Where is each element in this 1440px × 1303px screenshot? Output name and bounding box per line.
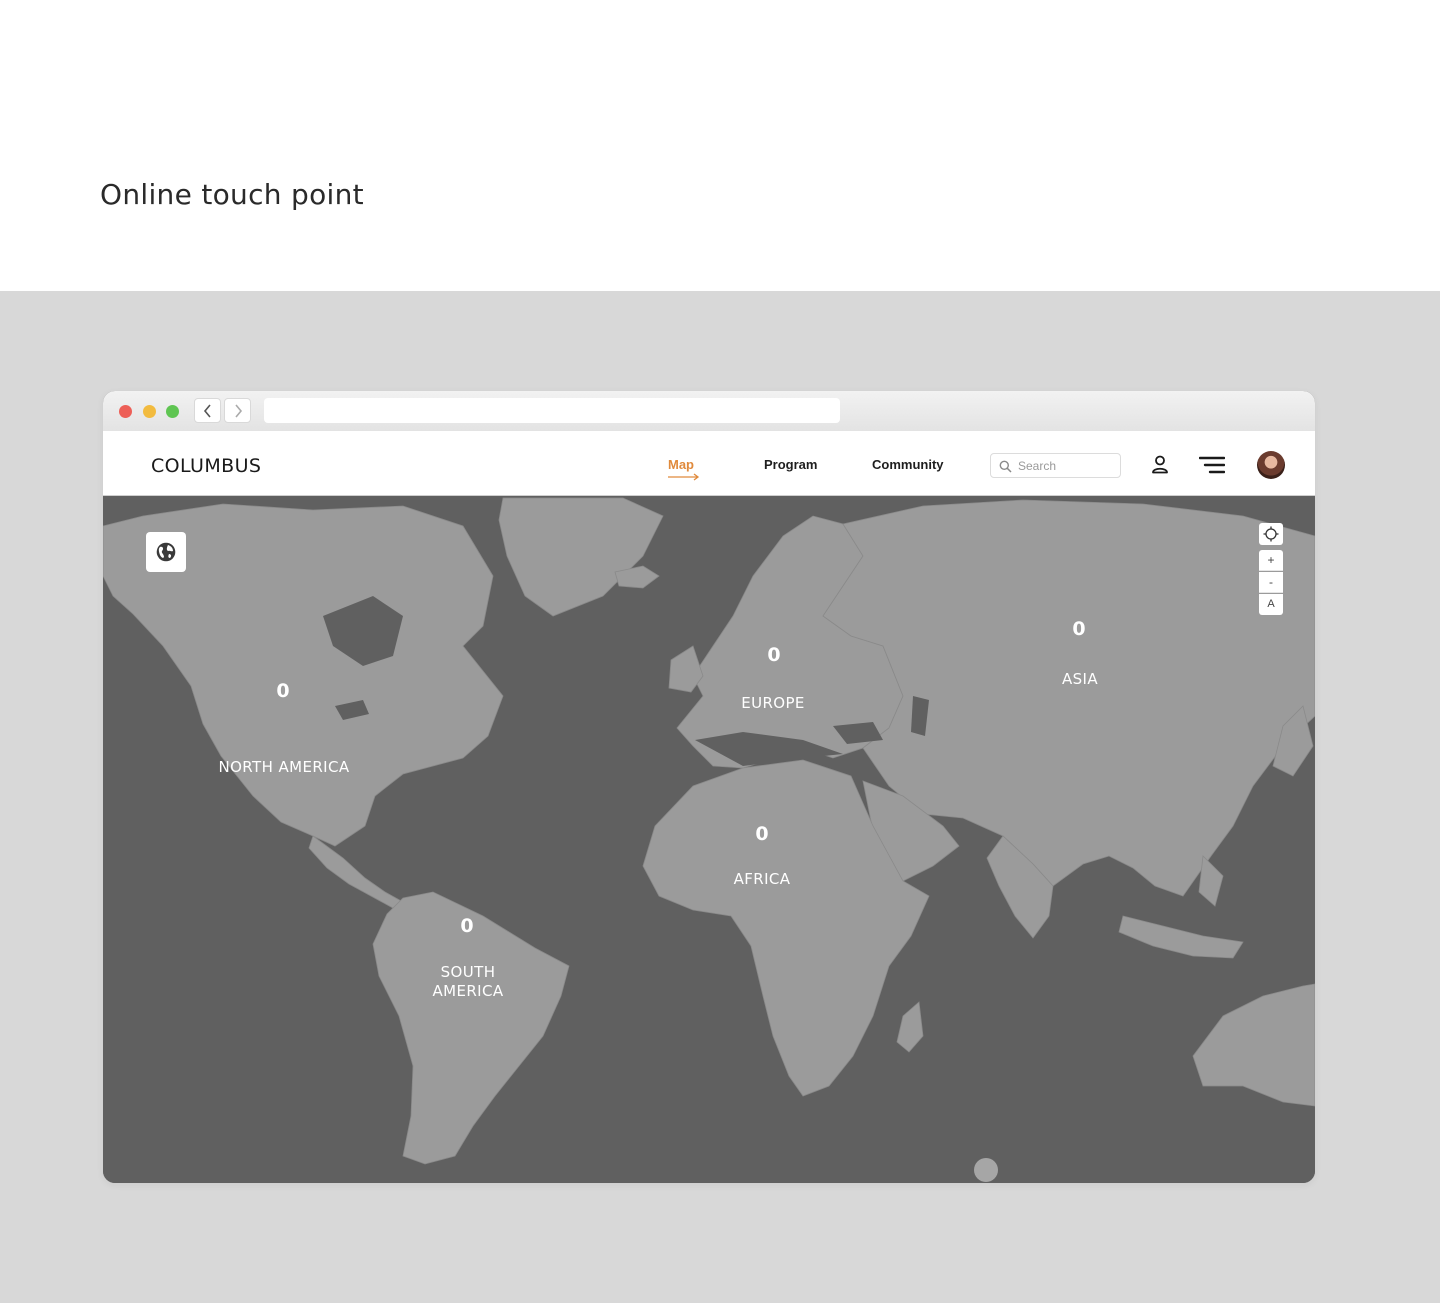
maximize-window-button[interactable] <box>166 405 179 418</box>
page-heading: Online touch point <box>100 178 364 211</box>
search-icon <box>999 460 1012 473</box>
crosshair-icon <box>1263 526 1279 542</box>
browser-forward-button[interactable] <box>224 398 251 423</box>
nav-community[interactable]: Community <box>872 457 944 472</box>
north-america-label[interactable]: NORTH AMERICA <box>218 758 349 777</box>
globe-icon <box>156 542 176 562</box>
locate-button[interactable] <box>1259 523 1283 545</box>
menu-icon[interactable] <box>1199 456 1225 474</box>
active-nav-underline <box>668 473 700 481</box>
europe-label[interactable]: EUROPE <box>741 694 805 713</box>
scroll-indicator[interactable] <box>974 1158 998 1182</box>
asia-count[interactable]: 0 <box>1072 618 1085 640</box>
search-box[interactable] <box>990 453 1121 478</box>
close-window-button[interactable] <box>119 405 132 418</box>
nav-map[interactable]: Map <box>668 457 694 472</box>
nav-program[interactable]: Program <box>764 457 817 472</box>
globe-view-button[interactable] <box>146 532 186 572</box>
address-bar[interactable] <box>264 398 840 423</box>
user-icon[interactable] <box>1151 455 1169 474</box>
africa-count[interactable]: 0 <box>755 823 768 845</box>
africa-label[interactable]: AFRICA <box>734 870 791 889</box>
app-logo[interactable]: COLUMBUS <box>151 455 261 477</box>
zoom-out-button[interactable]: - <box>1259 572 1283 593</box>
browser-back-button[interactable] <box>194 398 221 423</box>
browser-toolbar <box>103 391 1315 431</box>
europe-count[interactable]: 0 <box>767 644 780 666</box>
app-header: COLUMBUS Map Program Community <box>103 431 1315 496</box>
south-america-count[interactable]: 0 <box>460 915 473 937</box>
reset-view-button[interactable]: A <box>1259 594 1283 615</box>
zoom-in-button[interactable]: + <box>1259 550 1283 571</box>
world-map-graphic <box>103 497 1315 1165</box>
south-america-label[interactable]: SOUTH AMERICA <box>432 963 503 1001</box>
world-map[interactable]: + - A 0 NORTH AMERICA 0 SOUTH AMERICA 0 … <box>103 496 1315 1183</box>
chevron-left-icon <box>203 404 211 418</box>
minimize-window-button[interactable] <box>143 405 156 418</box>
asia-label[interactable]: ASIA <box>1062 670 1098 689</box>
browser-window: COLUMBUS Map Program Community Search + … <box>103 391 1315 1183</box>
chevron-right-icon <box>235 404 243 418</box>
avatar[interactable] <box>1257 451 1285 479</box>
north-america-count[interactable]: 0 <box>276 680 289 702</box>
search-input[interactable] <box>1018 457 1114 475</box>
